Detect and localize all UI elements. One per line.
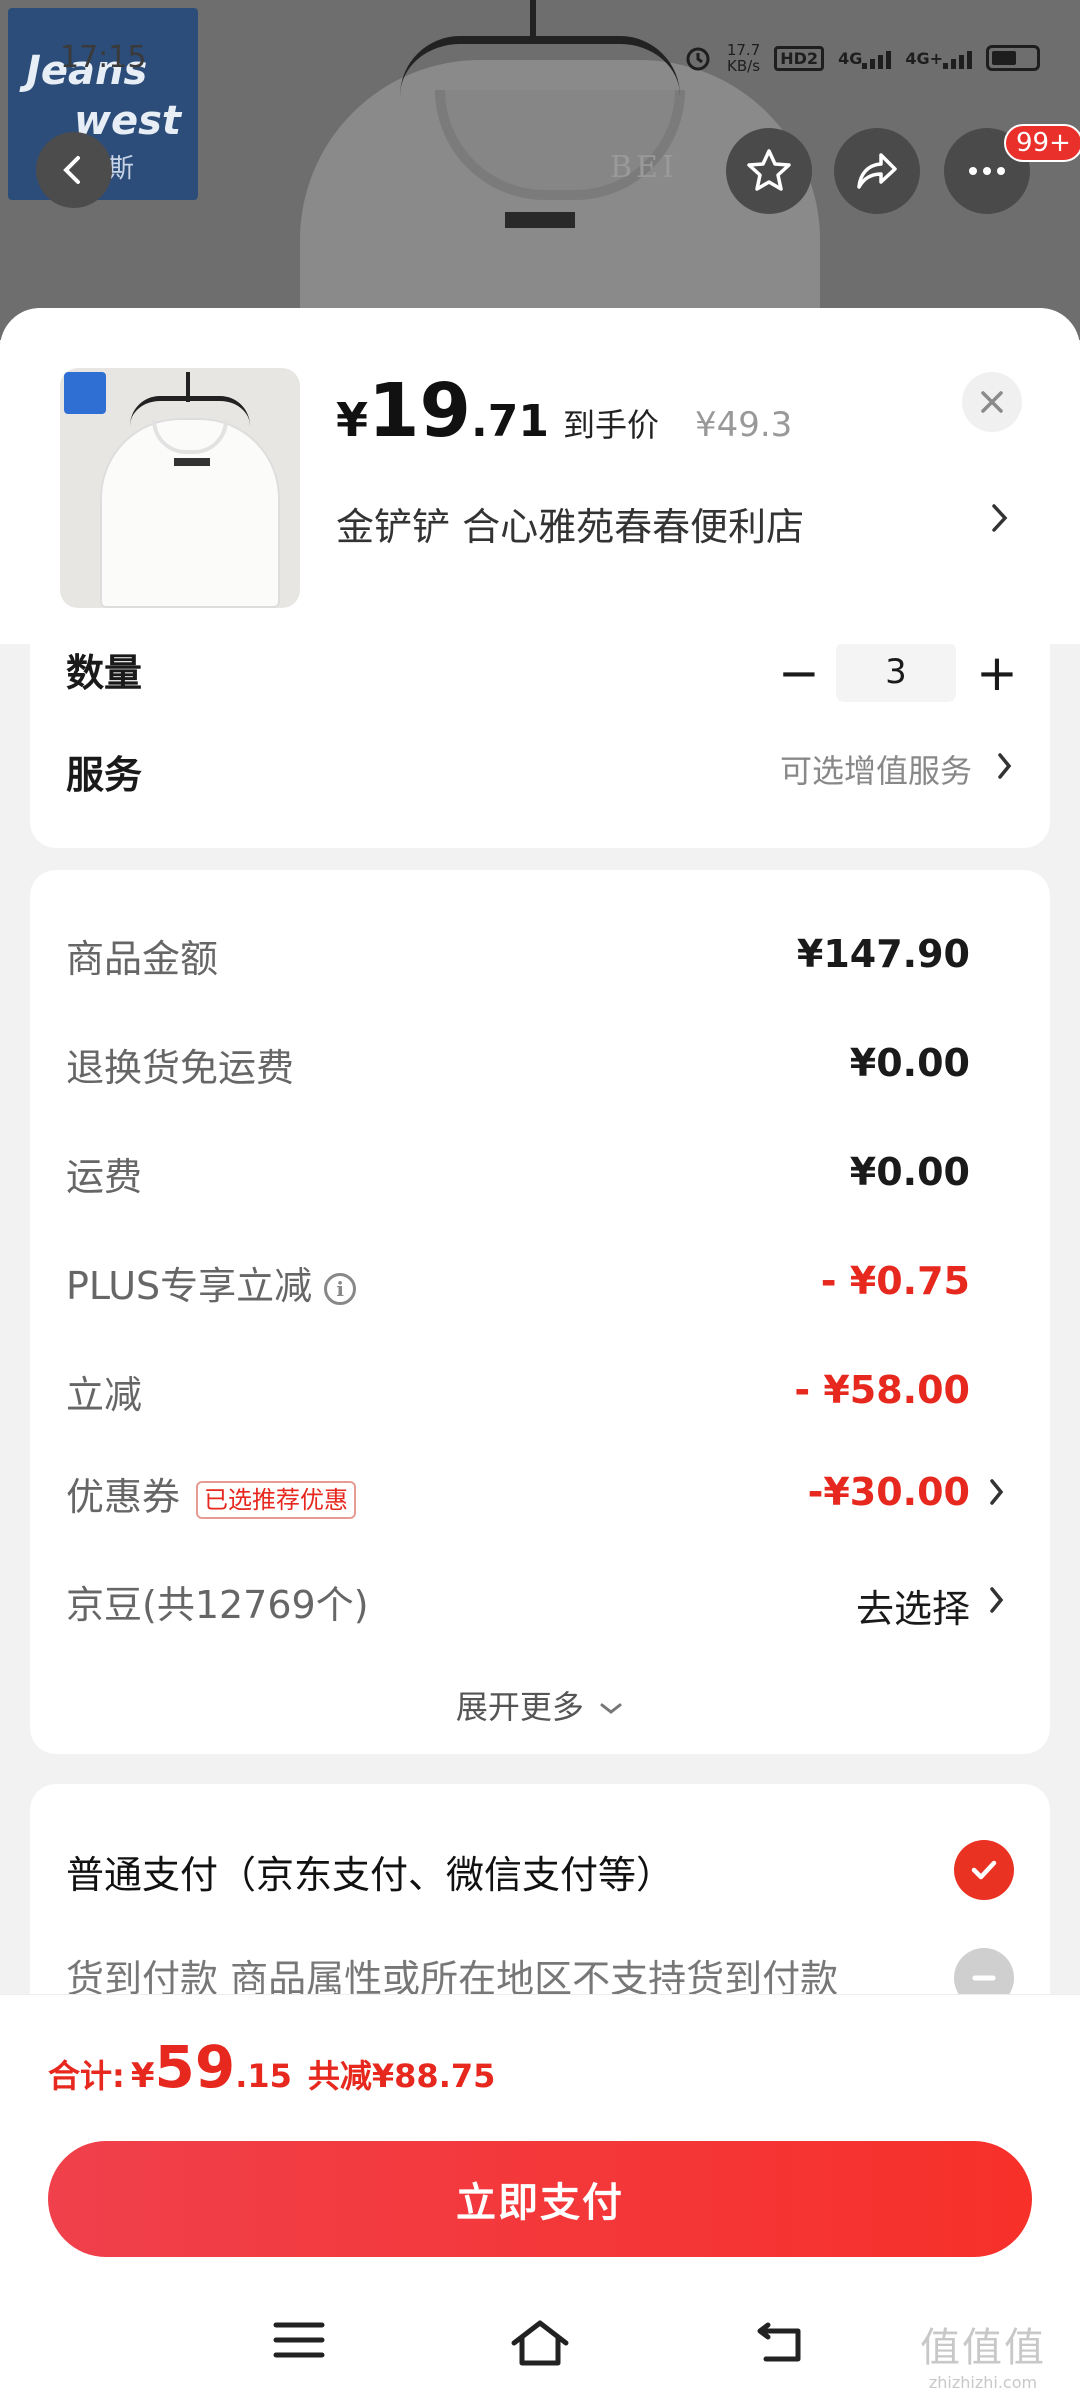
summary-row-instant-discount: 立减 - ¥58.00	[66, 1368, 970, 1417]
status-icons: 17.7 KB/s HD2 4G 4G+	[683, 42, 1040, 74]
info-icon[interactable]: i	[324, 1272, 357, 1305]
quantity-decrease-button[interactable]: −	[778, 644, 820, 702]
summary-row-jingdou[interactable]: 京豆(共12769个) 去选择	[66, 1574, 1006, 1634]
summary-row-shipping: 运费 ¥0.00	[66, 1150, 970, 1199]
star-icon	[747, 149, 791, 191]
summary-row-coupon[interactable]: 优惠券 已选推荐优惠 -¥30.00	[66, 1466, 1006, 1526]
back-button[interactable]	[36, 132, 112, 208]
menu-icon	[273, 2322, 325, 2358]
hanger-hook	[530, 0, 536, 40]
total-saved: 共减¥88.75	[307, 2057, 496, 2095]
checkout-sheet: ¥ 19 .71 到手价 ¥49.3 金铲铲 合心雅苑春春便利店 数量 − 3 …	[0, 308, 1080, 2400]
summary-row-goods-amount: 商品金额 ¥147.90	[66, 932, 970, 981]
signal-4g: 4G	[838, 47, 892, 69]
total-symbol: ¥	[130, 2056, 155, 2096]
menu-nav-button[interactable]	[272, 2317, 326, 2367]
original-price: ¥49.3	[694, 405, 793, 445]
message-badge: 99+	[1004, 124, 1080, 162]
chevron-right-icon[interactable]	[996, 750, 1014, 786]
total-decimal: .15	[235, 2057, 292, 2095]
price-summary-card: 商品金额 ¥147.90 退换货免运费 ¥0.00 运费 ¥0.00 PLUS专…	[30, 870, 1050, 1754]
summary-row-plus-discount: PLUS专享立减 i - ¥0.75	[66, 1259, 970, 1308]
price-label: 到手价	[562, 406, 659, 444]
home-nav-button[interactable]	[508, 2317, 572, 2371]
hanger	[400, 36, 680, 96]
bottom-bar: 合计: ¥ 59 .15 共减¥88.75 立即支付 值值值 zhizhizhi…	[0, 1994, 1080, 2400]
selected-spec[interactable]: 金铲铲 合心雅苑春春便利店	[336, 496, 804, 551]
signal-bars-icon	[943, 47, 972, 69]
watermark: 值值值 zhizhizhi.com	[920, 2325, 1046, 2392]
back-arrow-icon	[757, 2322, 801, 2362]
chevron-left-icon	[63, 156, 80, 184]
chevron-right-icon[interactable]	[988, 1476, 1006, 1512]
close-icon	[981, 391, 1003, 413]
status-time: 17:15	[60, 40, 147, 75]
quantity-label: 数量	[66, 651, 143, 695]
payment-option-normal[interactable]: 普通支付（京东支付、微信支付等）	[66, 1844, 674, 1899]
price-decimal: .71	[471, 396, 549, 447]
share-icon	[857, 153, 897, 189]
order-total: 合计: ¥ 59 .15 共减¥88.75	[48, 2033, 495, 2101]
sheet-header: ¥ 19 .71 到手价 ¥49.3 金铲铲 合心雅苑春春便利店	[0, 308, 1080, 644]
home-icon	[511, 2320, 569, 2366]
price-integer: 19	[368, 368, 471, 454]
favorite-button[interactable]	[726, 128, 812, 214]
chevron-right-icon[interactable]	[990, 500, 1010, 540]
quantity-input[interactable]: 3	[836, 642, 956, 702]
check-selected-icon[interactable]	[954, 1840, 1014, 1900]
price-symbol: ¥	[336, 393, 369, 447]
signal-bars-icon	[862, 47, 892, 69]
shirt-print-text: BEI	[610, 150, 678, 185]
share-button[interactable]	[834, 128, 920, 214]
total-integer: 59	[154, 2033, 236, 2101]
expand-more-button[interactable]: 展开更多	[30, 1682, 1050, 1728]
chevron-down-icon	[600, 1703, 622, 1714]
signal-4g-plus: 4G+	[905, 47, 972, 69]
total-label: 合计:	[48, 2057, 125, 2095]
product-thumbnail[interactable]	[60, 368, 300, 608]
summary-row-return-shipping: 退换货免运费 ¥0.00	[66, 1041, 970, 1090]
net-speed: 17.7 KB/s	[726, 41, 761, 75]
chevron-right-icon[interactable]	[988, 1584, 1006, 1620]
coupon-tag: 已选推荐优惠	[196, 1480, 357, 1519]
brand-logo-icon	[64, 372, 106, 414]
service-label: 服务	[66, 753, 143, 797]
battery-icon	[986, 45, 1040, 71]
pay-now-button[interactable]: 立即支付	[48, 2141, 1032, 2257]
service-value[interactable]: 可选增值服务	[780, 746, 972, 792]
more-dots-icon	[969, 167, 1005, 175]
hd-icon: HD2	[774, 45, 825, 71]
price-row: ¥ 19 .71 到手价 ¥49.3	[336, 368, 792, 454]
product-background: BEI Jeans west 真维斯 17:15 17.7 KB/s HD2 4…	[0, 0, 1080, 340]
close-button[interactable]	[962, 372, 1022, 432]
alarm-icon	[683, 43, 713, 73]
shirt-label	[505, 212, 575, 228]
quantity-increase-button[interactable]: +	[976, 644, 1018, 702]
back-nav-button[interactable]	[754, 2317, 808, 2371]
